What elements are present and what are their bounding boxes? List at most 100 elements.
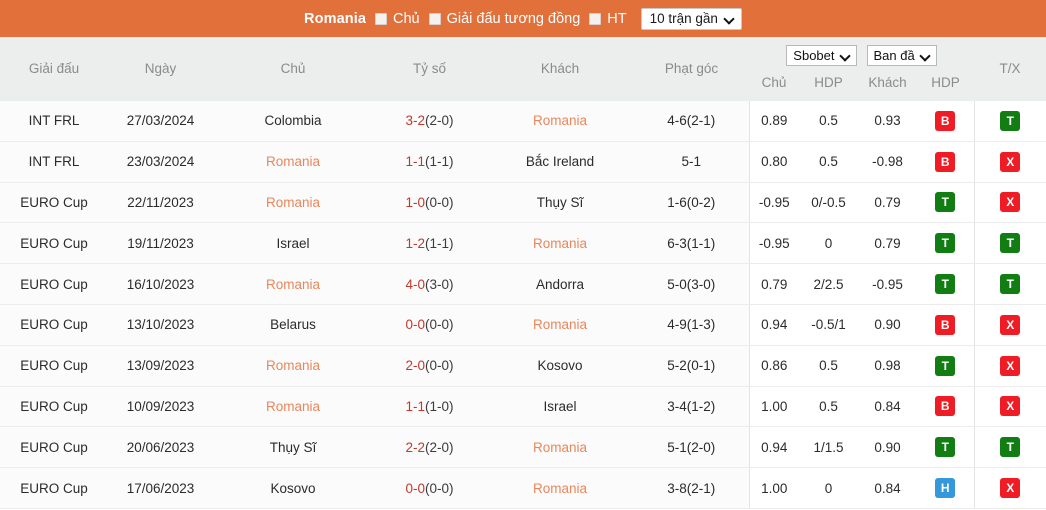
- cell-corners: 5-0(3-0): [634, 263, 749, 305]
- cell-odds-result-badge: T: [917, 182, 974, 224]
- cell-odds-result-badge: T: [917, 426, 974, 469]
- cell-away-team[interactable]: Romania: [486, 101, 634, 142]
- table-header-row: Giải đấu Ngày Chủ Tỷ số Khách Phạt góc S…: [0, 37, 1046, 101]
- over-under-badge: T: [1000, 110, 1021, 131]
- cell-score: 1-0(0-0): [373, 182, 486, 224]
- cell-score: 2-2(2-0): [373, 426, 486, 469]
- cell-home-team[interactable]: Romania: [213, 386, 373, 428]
- result-badge: B: [935, 110, 956, 131]
- cell-home-team[interactable]: Thụy Sĩ: [213, 426, 373, 469]
- result-badge: H: [935, 478, 956, 499]
- table-row[interactable]: EURO Cup 13/10/2023 Belarus 0-0(0-0) Romania…: [0, 304, 1046, 346]
- cell-odds-home: 0.89: [748, 101, 799, 142]
- table-row[interactable]: INT FRL 27/03/2024 Colombia 3-2(2-0) Romania…: [0, 101, 1046, 142]
- filter-bar: Romania Chủ Giải đấu tương đồng HT 10 tr…: [0, 0, 1046, 37]
- over-under-badge: T: [1000, 233, 1021, 254]
- cell-league: EURO Cup: [0, 182, 108, 224]
- cell-home-team[interactable]: Kosovo: [213, 467, 373, 509]
- cell-league: EURO Cup: [0, 304, 108, 346]
- table-row[interactable]: EURO Cup 10/09/2023 Romania 1-1(1-0) Israel 3…: [0, 386, 1046, 428]
- cell-corners: 4-9(1-3): [634, 304, 749, 346]
- table-row[interactable]: EURO Cup 22/11/2023 Romania 1-0(0-0) Thụy Sĩ…: [0, 182, 1046, 224]
- over-under-badge: X: [1000, 151, 1021, 172]
- header-away: Khách: [486, 37, 634, 101]
- checkbox-halftime[interactable]: [589, 12, 602, 25]
- chevron-down-icon: [841, 51, 850, 60]
- cell-away-team[interactable]: Kosovo: [486, 345, 634, 387]
- cell-away-team[interactable]: Romania: [486, 426, 634, 469]
- cell-over-under-badge: T: [973, 222, 1046, 265]
- chevron-down-icon: [921, 51, 930, 60]
- checkbox-home-label: Chủ: [392, 10, 420, 27]
- cell-away-team[interactable]: Bắc Ireland: [486, 141, 634, 183]
- cell-corners: 1-6(0-2): [634, 182, 749, 224]
- cell-over-under-badge: T: [973, 426, 1046, 469]
- cell-home-team[interactable]: Romania: [213, 182, 373, 224]
- cell-away-team[interactable]: Israel: [486, 386, 634, 428]
- over-under-badge: T: [1000, 437, 1021, 458]
- cell-date: 22/11/2023: [108, 182, 213, 224]
- cell-odds-hdp-1: 0.5: [799, 141, 858, 183]
- cell-odds-away: -0.98: [858, 141, 917, 183]
- cell-away-team[interactable]: Romania: [486, 467, 634, 509]
- cell-home-team[interactable]: Israel: [213, 222, 373, 265]
- cell-odds-result-badge: T: [917, 345, 974, 387]
- cell-away-team[interactable]: Romania: [486, 222, 634, 265]
- cell-home-team[interactable]: Belarus: [213, 304, 373, 346]
- checkbox-similar-league[interactable]: [428, 12, 441, 25]
- cell-corners: 3-4(1-2): [634, 386, 749, 428]
- cell-score: 0-0(0-0): [373, 467, 486, 509]
- subheader-odds-hdp-1: HDP: [814, 75, 843, 90]
- cell-odds-away: 0.93: [858, 101, 917, 142]
- bookmaker-select[interactable]: Sbobet: [786, 44, 857, 66]
- odds-line-select[interactable]: Ban đầ: [866, 44, 937, 66]
- cell-over-under-badge: X: [973, 141, 1046, 183]
- cell-away-team[interactable]: Romania: [486, 304, 634, 346]
- cell-league: EURO Cup: [0, 426, 108, 469]
- cell-odds-hdp-1: 2/2.5: [799, 263, 858, 305]
- cell-odds-home: -0.95: [748, 182, 799, 224]
- cell-home-team[interactable]: Romania: [213, 263, 373, 305]
- cell-date: 23/03/2024: [108, 141, 213, 183]
- table-row[interactable]: EURO Cup 13/09/2023 Romania 2-0(0-0) Kosovo 5…: [0, 345, 1046, 387]
- cell-over-under-badge: X: [973, 182, 1046, 224]
- cell-away-team[interactable]: Andorra: [486, 263, 634, 305]
- cell-home-team[interactable]: Romania: [213, 345, 373, 387]
- header-league: Giải đấu: [0, 37, 108, 101]
- cell-odds-hdp-1: 0/-0.5: [799, 182, 858, 224]
- cell-league: INT FRL: [0, 101, 108, 142]
- cell-corners: 5-1: [634, 141, 749, 183]
- header-odds-group: Sbobet Ban đầ Chủ HDP Khách HDP: [749, 37, 974, 101]
- cell-corners: 3-8(2-1): [634, 467, 749, 509]
- cell-home-team[interactable]: Romania: [213, 141, 373, 183]
- cell-away-team[interactable]: Thụy Sĩ: [486, 182, 634, 224]
- table-row[interactable]: EURO Cup 17/06/2023 Kosovo 0-0(0-0) Romania 3…: [0, 467, 1046, 509]
- table-row[interactable]: INT FRL 23/03/2024 Romania 1-1(1-1) Bắc Irel…: [0, 141, 1046, 183]
- header-date: Ngày: [108, 37, 213, 101]
- checkbox-home[interactable]: [374, 12, 387, 25]
- cell-league: EURO Cup: [0, 222, 108, 265]
- cell-odds-home: 0.80: [748, 141, 799, 183]
- cell-odds-result-badge: T: [917, 222, 974, 265]
- cell-over-under-badge: X: [973, 386, 1046, 428]
- checkbox-halftime-label: HT: [607, 10, 627, 27]
- cell-odds-result-badge: H: [917, 467, 974, 509]
- recent-matches-select[interactable]: 10 trận gần: [640, 7, 742, 30]
- table-row[interactable]: EURO Cup 19/11/2023 Israel 1-2(1-1) Romania 6…: [0, 222, 1046, 265]
- cell-odds-home: -0.95: [748, 222, 799, 265]
- cell-odds-result-badge: B: [917, 141, 974, 183]
- cell-odds-home: 1.00: [748, 467, 799, 509]
- cell-score: 2-0(0-0): [373, 345, 486, 387]
- table-row[interactable]: EURO Cup 16/10/2023 Romania 4-0(3-0) Andorra…: [0, 263, 1046, 305]
- odds-line-select-value: Ban đầ: [873, 47, 915, 63]
- cell-odds-hdp-1: 0.5: [799, 386, 858, 428]
- cell-score: 0-0(0-0): [373, 304, 486, 346]
- cell-odds-hdp-1: 0.5: [799, 101, 858, 142]
- cell-odds-away: 0.79: [858, 222, 917, 265]
- cell-date: 16/10/2023: [108, 263, 213, 305]
- cell-date: 13/10/2023: [108, 304, 213, 346]
- cell-over-under-badge: X: [973, 304, 1046, 346]
- cell-date: 27/03/2024: [108, 101, 213, 142]
- table-row[interactable]: EURO Cup 20/06/2023 Thụy Sĩ 2-2(2-0) Romania…: [0, 426, 1046, 469]
- cell-home-team[interactable]: Colombia: [213, 101, 373, 142]
